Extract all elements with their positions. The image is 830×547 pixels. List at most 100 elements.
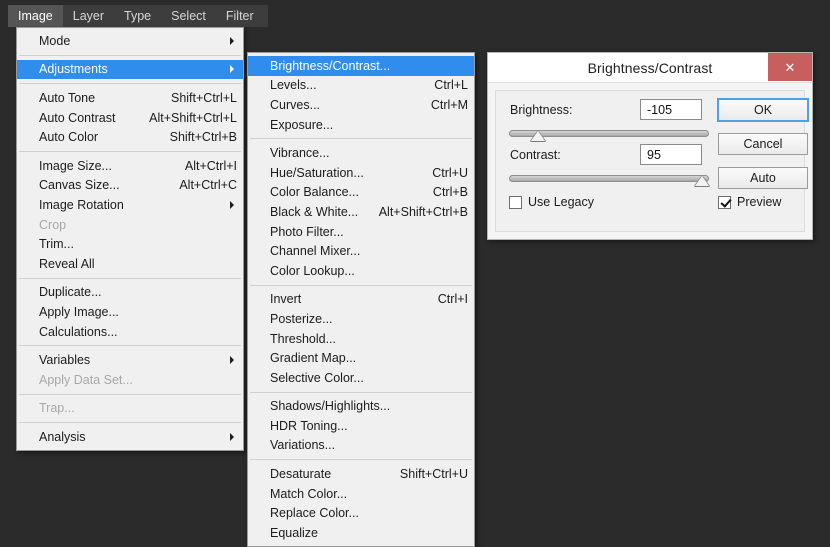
menu-item-color-balance[interactable]: Color Balance... Ctrl+B	[248, 183, 474, 203]
close-icon[interactable]: ✕	[768, 53, 812, 81]
menu-item-calculations[interactable]: Calculations...	[17, 322, 243, 342]
menu-separator	[250, 284, 472, 286]
brightness-input[interactable]: -105	[640, 99, 702, 120]
menu-item-label: HDR Toning...	[270, 418, 348, 433]
menu-item-auto-color[interactable]: Auto Color Shift+Ctrl+B	[17, 127, 243, 147]
menubar-item-filter[interactable]: Filter	[216, 5, 264, 27]
menu-item-hdr-toning[interactable]: HDR Toning...	[248, 416, 474, 436]
menu-item-label: Photo Filter...	[270, 224, 344, 239]
auto-button[interactable]: Auto	[718, 167, 808, 189]
menu-item-variables[interactable]: Variables	[17, 350, 243, 370]
menu-item-posterize[interactable]: Posterize...	[248, 309, 474, 329]
menu-item-auto-tone[interactable]: Auto Tone Shift+Ctrl+L	[17, 88, 243, 108]
menu-item-label: Black & White...	[270, 204, 359, 219]
menu-item-channel-mixer[interactable]: Channel Mixer...	[248, 241, 474, 261]
menu-item-label: Trap...	[39, 401, 75, 416]
menu-item-label: Replace Color...	[270, 506, 359, 521]
menu-item-label: Selective Color...	[270, 370, 364, 385]
cancel-button[interactable]: Cancel	[718, 133, 808, 155]
menu-item-selective-color[interactable]: Selective Color...	[248, 368, 474, 388]
ok-button[interactable]: OK	[717, 98, 809, 122]
menu-item-label: Levels...	[270, 78, 317, 93]
menu-item-gradient-map[interactable]: Gradient Map...	[248, 348, 474, 368]
contrast-slider[interactable]	[509, 175, 709, 186]
menu-item-reveal-all[interactable]: Reveal All	[17, 254, 243, 274]
brightness-slider-thumb[interactable]	[531, 131, 545, 141]
adjustments-submenu: Brightness/Contrast... Levels... Ctrl+L Cur…	[247, 52, 475, 547]
menu-item-variations[interactable]: Variations...	[248, 436, 474, 456]
menu-item-label: Invert	[270, 292, 302, 307]
menu-item-exposure[interactable]: Exposure...	[248, 115, 474, 135]
menu-item-label: Calculations...	[39, 324, 118, 339]
submenu-arrow-icon	[230, 36, 234, 45]
menu-separator	[19, 277, 241, 279]
menu-item-levels[interactable]: Levels... Ctrl+L	[248, 76, 474, 96]
brightness-label: Brightness:	[510, 103, 573, 117]
menu-separator	[250, 459, 472, 461]
menu-item-hue-saturation[interactable]: Hue/Saturation... Ctrl+U	[248, 163, 474, 183]
menu-item-analysis[interactable]: Analysis	[17, 427, 243, 447]
menu-item-label: Duplicate...	[39, 285, 102, 300]
menu-separator	[250, 138, 472, 140]
menu-item-trim[interactable]: Trim...	[17, 234, 243, 254]
menu-item-shortcut: Shift+Ctrl+B	[169, 130, 237, 145]
menu-item-label: Hue/Saturation...	[270, 165, 364, 180]
menu-item-trap: Trap...	[17, 399, 243, 419]
menu-item-label: Gradient Map...	[270, 351, 357, 366]
menu-item-label: Adjustments	[39, 62, 108, 77]
preview-checkbox-row[interactable]: Preview	[718, 195, 781, 209]
contrast-slider-thumb[interactable]	[695, 176, 709, 186]
menu-item-label: Color Lookup...	[270, 263, 355, 278]
menu-item-invert[interactable]: Invert Ctrl+I	[248, 290, 474, 310]
use-legacy-checkbox-row[interactable]: Use Legacy	[509, 195, 594, 209]
menubar-item-type[interactable]: Type	[114, 5, 161, 27]
menu-separator	[19, 345, 241, 347]
menu-item-adjustments[interactable]: Adjustments	[17, 59, 243, 80]
menu-item-shortcut: Alt+Shift+Ctrl+L	[149, 110, 237, 125]
contrast-input[interactable]: 95	[640, 144, 702, 165]
menu-item-duplicate[interactable]: Duplicate...	[17, 283, 243, 303]
menu-item-label: Apply Data Set...	[39, 372, 133, 387]
menu-item-label: Variations...	[270, 438, 336, 453]
menu-item-shortcut: Alt+Ctrl+I	[184, 158, 237, 173]
menu-item-color-lookup[interactable]: Color Lookup...	[248, 261, 474, 281]
menu-item-label: Desaturate	[270, 467, 332, 482]
menu-item-label: Equalize	[270, 525, 318, 540]
menu-item-match-color[interactable]: Match Color...	[248, 484, 474, 504]
menu-item-label: Vibrance...	[270, 146, 330, 161]
menubar-item-select[interactable]: Select	[161, 5, 216, 27]
menu-item-equalize[interactable]: Equalize	[248, 523, 474, 543]
menu-item-image-rotation[interactable]: Image Rotation	[17, 195, 243, 215]
menu-item-label: Channel Mixer...	[270, 244, 361, 259]
menu-item-threshold[interactable]: Threshold...	[248, 329, 474, 349]
preview-checkbox[interactable]	[718, 195, 731, 209]
menu-item-black-white[interactable]: Black & White... Alt+Shift+Ctrl+B	[248, 202, 474, 222]
menu-item-auto-contrast[interactable]: Auto Contrast Alt+Shift+Ctrl+L	[17, 108, 243, 128]
menu-item-desaturate[interactable]: Desaturate Shift+Ctrl+U	[248, 464, 474, 484]
menu-item-vibrance[interactable]: Vibrance...	[248, 143, 474, 163]
menu-item-label: Match Color...	[270, 486, 348, 501]
menu-item-mode[interactable]: Mode	[17, 31, 243, 51]
dialog-titlebar: Brightness/Contrast ✕	[488, 53, 812, 83]
menu-item-replace-color[interactable]: Replace Color...	[248, 503, 474, 523]
submenu-arrow-icon	[230, 356, 234, 365]
menu-item-photo-filter[interactable]: Photo Filter...	[248, 222, 474, 242]
menu-item-shortcut: Ctrl+I	[437, 292, 468, 307]
menu-item-canvas-size[interactable]: Canvas Size... Alt+Ctrl+C	[17, 176, 243, 196]
brightness-slider[interactable]	[509, 130, 709, 141]
menu-item-brightness-contrast[interactable]: Brightness/Contrast...	[248, 56, 474, 76]
menu-item-apply-image[interactable]: Apply Image...	[17, 302, 243, 322]
menubar-item-image[interactable]: Image	[8, 5, 63, 27]
menubar-item-layer[interactable]: Layer	[63, 5, 114, 27]
menu-item-shortcut: Alt+Ctrl+C	[179, 178, 237, 193]
menu-item-shadows-highlights[interactable]: Shadows/Highlights...	[248, 397, 474, 417]
menu-bar: Image Layer Type Select Filter	[8, 5, 268, 27]
menu-item-shortcut: Ctrl+B	[432, 185, 468, 200]
menu-item-shortcut: Shift+Ctrl+L	[170, 90, 237, 105]
menu-item-label: Analysis	[39, 429, 86, 444]
menu-item-shortcut: Shift+Ctrl+U	[399, 467, 468, 482]
use-legacy-checkbox[interactable]	[509, 195, 522, 209]
menu-item-image-size[interactable]: Image Size... Alt+Ctrl+I	[17, 156, 243, 176]
menu-item-curves[interactable]: Curves... Ctrl+M	[248, 95, 474, 115]
submenu-arrow-icon	[230, 432, 234, 441]
